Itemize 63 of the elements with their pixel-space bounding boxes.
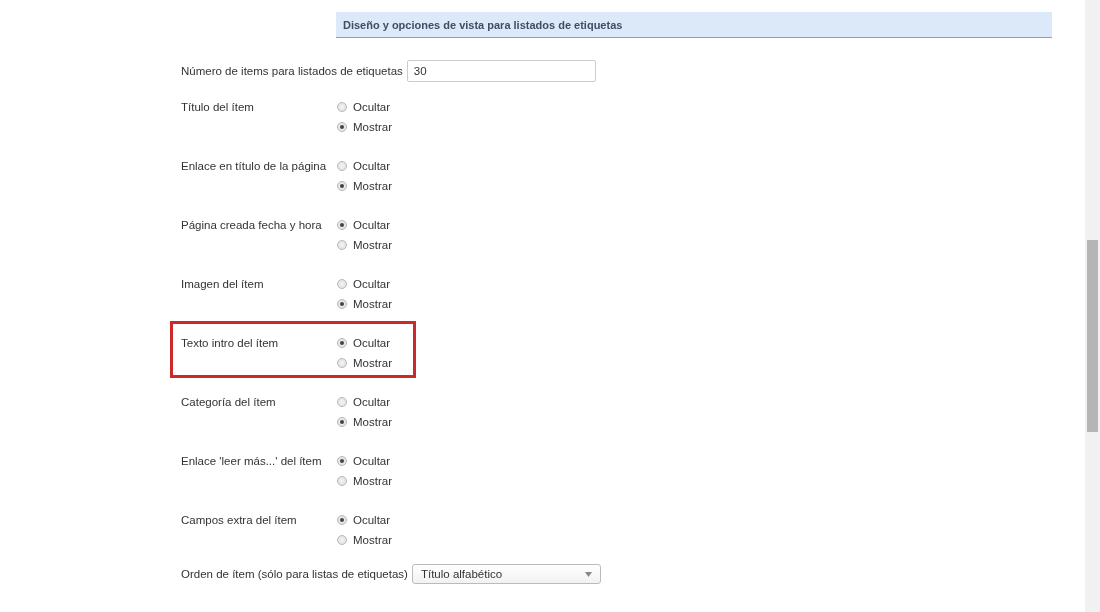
radio-option[interactable]: Mostrar <box>337 530 392 550</box>
field-label: Orden de ítem (sólo para listas de etiquetas) <box>181 568 408 580</box>
radio-option[interactable]: Ocultar <box>337 451 392 471</box>
input-field[interactable]: 30 <box>406 60 596 82</box>
radio-button[interactable] <box>337 279 347 289</box>
option-label: Mostrar <box>353 475 392 487</box>
radio-button[interactable] <box>337 515 347 525</box>
radio-option[interactable]: Ocultar <box>337 156 392 176</box>
setting-label: Enlace en título de la página <box>181 159 328 174</box>
radio-button[interactable] <box>337 456 347 466</box>
radio-option[interactable]: Ocultar <box>337 333 392 353</box>
setting-label: Texto intro del ítem <box>181 336 280 351</box>
radio-button[interactable] <box>337 299 347 309</box>
setting-label: Página creada fecha y hora <box>181 218 323 233</box>
radio-option[interactable]: Ocultar <box>337 97 392 117</box>
radio-option[interactable]: Ocultar <box>337 392 392 412</box>
option-label: Mostrar <box>353 534 392 546</box>
option-label: Mostrar <box>353 357 392 369</box>
setting-label: Categoría del ítem <box>181 395 277 410</box>
section-title: Diseño y opciones de vista para listados de etiquetas <box>343 18 623 31</box>
option-label: Ocultar <box>353 514 391 526</box>
radio-option[interactable]: Mostrar <box>337 353 392 373</box>
option-label: Mostrar <box>353 239 392 251</box>
setting-label: Campos extra del ítem <box>181 513 298 528</box>
radio-button[interactable] <box>337 338 347 348</box>
dropdown[interactable]: Título alfabético <box>411 564 601 584</box>
radio-option[interactable]: Mostrar <box>337 176 392 196</box>
option-label: Ocultar <box>353 396 391 408</box>
radio-option[interactable]: Ocultar <box>337 274 392 294</box>
radio-button[interactable] <box>337 476 347 486</box>
scrollbar-thumb[interactable] <box>1087 240 1098 432</box>
option-label: Ocultar <box>353 455 391 467</box>
setting-label: Título del ítem <box>181 100 255 115</box>
option-label: Ocultar <box>353 337 391 349</box>
option-label: Ocultar <box>353 219 391 231</box>
option-label: Ocultar <box>353 101 391 113</box>
radio-button[interactable] <box>337 417 347 427</box>
radio-button[interactable] <box>337 161 347 171</box>
radio-option[interactable]: Ocultar <box>337 510 392 530</box>
setting-label: Enlace 'leer más...' del ítem <box>181 454 323 469</box>
radio-button[interactable] <box>337 122 347 132</box>
radio-option[interactable]: Mostrar <box>337 294 392 314</box>
option-label: Mostrar <box>353 416 392 428</box>
option-label: Mostrar <box>353 180 392 192</box>
caret-icon <box>584 571 592 577</box>
radio-button[interactable] <box>337 220 347 230</box>
radio-button[interactable] <box>337 358 347 368</box>
radio-option[interactable]: Mostrar <box>337 117 392 137</box>
radio-button[interactable] <box>337 397 347 407</box>
radio-button[interactable] <box>337 240 347 250</box>
option-label: Ocultar <box>353 160 391 172</box>
option-label: Mostrar <box>353 121 392 133</box>
radio-button[interactable] <box>337 181 347 191</box>
option-label: Ocultar <box>353 278 391 290</box>
radio-option[interactable]: Ocultar <box>337 215 392 235</box>
setting-label: Imagen del ítem <box>181 277 265 292</box>
radio-button[interactable] <box>337 102 347 112</box>
option-label: Mostrar <box>353 298 392 310</box>
field-label: Número de items para listados de etiquetas <box>181 65 403 77</box>
radio-option[interactable]: Mostrar <box>337 235 392 255</box>
radio-option[interactable]: Mostrar <box>337 471 392 491</box>
radio-option[interactable]: Mostrar <box>337 412 392 432</box>
radio-button[interactable] <box>337 535 347 545</box>
